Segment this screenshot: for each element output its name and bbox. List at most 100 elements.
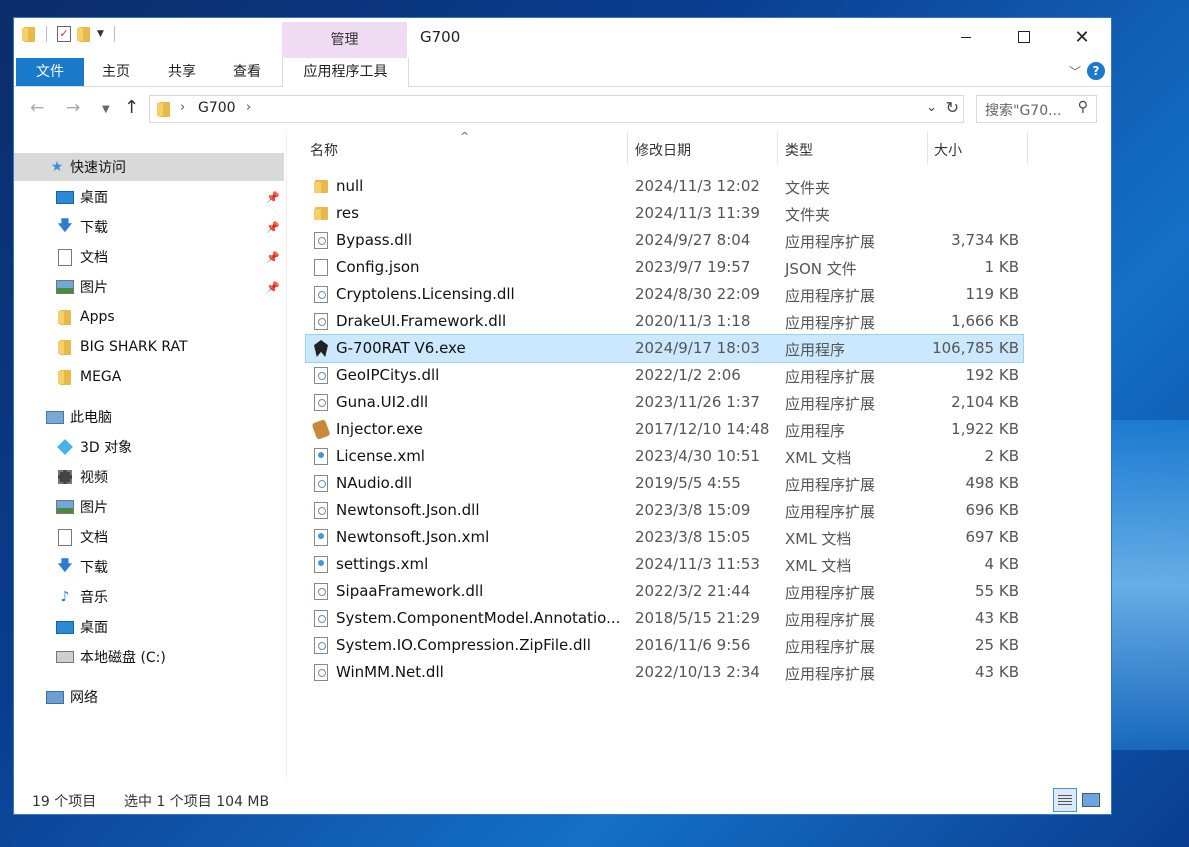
table-row[interactable]: Newtonsoft.Json.dll 2023/3/8 15:09 应用程序扩展 6…	[306, 497, 1023, 524]
file-name: res	[336, 204, 359, 222]
recent-locations-dropdown-icon[interactable]: ▼	[102, 104, 110, 115]
table-row[interactable]: res 2024/11/3 11:39 文件夹	[306, 200, 1023, 227]
minimize-button[interactable]	[937, 18, 995, 56]
close-button[interactable]: ✕	[1053, 18, 1111, 56]
tab-file[interactable]: 文件	[16, 58, 84, 86]
column-header-name[interactable]: 名称	[310, 140, 338, 160]
dll-file-icon	[314, 286, 328, 303]
search-icon[interactable]: ⚲	[1078, 99, 1088, 115]
table-row[interactable]: Cryptolens.Licensing.dll 2024/8/30 22:09 应…	[306, 281, 1023, 308]
table-row[interactable]: NAudio.dll 2019/5/5 4:55 应用程序扩展 498 KB	[306, 470, 1023, 497]
file-name: Guna.UI2.dll	[336, 393, 429, 411]
file-size: 3,734 KB	[951, 231, 1019, 249]
column-divider[interactable]	[927, 132, 928, 164]
table-row[interactable]: WinMM.Net.dll 2022/10/13 2:34 应用程序扩展 43 KB	[306, 659, 1023, 686]
search-box[interactable]: 搜索"G70... ⚲	[976, 95, 1097, 123]
sidebar-item-this-pc[interactable]: 此电脑	[14, 403, 284, 431]
back-arrow-icon[interactable]: ←	[30, 98, 44, 118]
sidebar-item-big-shark-rat[interactable]: BIG SHARK RAT	[14, 333, 284, 361]
large-icons-view-icon	[1082, 793, 1100, 807]
file-name: SipaaFramework.dll	[336, 582, 484, 600]
expand-ribbon-chevron-icon[interactable]: ﹀	[1069, 63, 1081, 80]
sidebar-item-desktop-pc[interactable]: 桌面	[14, 613, 284, 641]
tab-application-tools[interactable]: 应用程序工具	[282, 58, 409, 87]
column-divider[interactable]	[777, 132, 778, 164]
folder-icon	[314, 205, 328, 222]
address-bar[interactable]: › G700 › ⌄ ↻	[149, 95, 964, 123]
customize-toolbar-dropdown-icon[interactable]: ▼	[97, 29, 104, 39]
forward-arrow-icon[interactable]: →	[66, 98, 80, 118]
column-header-date[interactable]: 修改日期	[635, 140, 691, 160]
table-row[interactable]: G-700RAT V6.exe 2024/9/17 18:03 应用程序 106,78…	[305, 334, 1024, 363]
column-divider[interactable]	[627, 132, 628, 164]
file-name: Bypass.dll	[336, 231, 413, 249]
breadcrumb-chevron-icon[interactable]: ›	[180, 100, 185, 115]
desktop-icon	[56, 618, 74, 636]
table-row[interactable]: DrakeUI.Framework.dll 2020/11/3 1:18 应用程序扩…	[306, 308, 1023, 335]
sidebar-item-apps[interactable]: Apps	[14, 303, 284, 331]
sidebar-item-downloads[interactable]: 🡇 下载 📌	[14, 213, 284, 241]
pin-icon[interactable]: 📌	[266, 221, 280, 234]
folder-icon	[314, 178, 328, 195]
tab-home[interactable]: 主页	[94, 58, 138, 86]
pin-icon[interactable]: 📌	[266, 251, 280, 264]
table-row[interactable]: System.ComponentModel.Annotatio... 2018/5…	[306, 605, 1023, 632]
sidebar-item-documents-pc[interactable]: 文档	[14, 523, 284, 551]
sidebar-item-label: 音乐	[80, 590, 108, 606]
column-divider[interactable]	[1027, 132, 1028, 164]
table-row[interactable]: Config.json 2023/9/7 19:57 JSON 文件 1 KB	[306, 254, 1023, 281]
file-date: 2022/1/2 2:06	[635, 366, 741, 384]
table-row[interactable]: SipaaFramework.dll 2022/3/2 21:44 应用程序扩展 55…	[306, 578, 1023, 605]
download-icon: 🡇	[57, 558, 73, 574]
manage-tab[interactable]: 管理	[282, 22, 407, 58]
table-row[interactable]: GeoIPCitys.dll 2022/1/2 2:06 应用程序扩展 192 KB	[306, 362, 1023, 389]
table-row[interactable]: Guna.UI2.dll 2023/11/26 1:37 应用程序扩展 2,104 K…	[306, 389, 1023, 416]
properties-icon[interactable]: ✓	[57, 26, 71, 42]
table-row[interactable]: System.IO.Compression.ZipFile.dll 2016/11…	[306, 632, 1023, 659]
table-row[interactable]: Injector.exe 2017/12/10 14:48 应用程序 1,922 KB	[306, 416, 1023, 443]
table-row[interactable]: settings.xml 2024/11/3 11:53 XML 文档 4 KB	[306, 551, 1023, 578]
file-size: 1,666 KB	[951, 312, 1019, 330]
tab-share[interactable]: 共享	[160, 58, 204, 86]
new-folder-icon[interactable]	[77, 26, 91, 42]
maximize-button[interactable]	[995, 18, 1053, 56]
sidebar-item-local-disk-c[interactable]: 本地磁盘 (C:)	[14, 643, 284, 671]
up-arrow-icon[interactable]: ↑	[124, 97, 139, 118]
file-name: G-700RAT V6.exe	[336, 339, 466, 357]
divider	[46, 26, 47, 42]
sidebar-item-videos[interactable]: 视频	[14, 463, 284, 491]
file-size: 2 KB	[984, 447, 1019, 465]
large-icons-view-button[interactable]	[1079, 788, 1103, 812]
sidebar-item-downloads-pc[interactable]: 🡇 下载	[14, 553, 284, 581]
sidebar-item-quick-access[interactable]: ★ 快速访问	[14, 153, 284, 181]
refresh-icon[interactable]: ↻	[946, 98, 959, 117]
pin-icon[interactable]: 📌	[266, 191, 280, 204]
sidebar-item-pictures-pc[interactable]: 图片	[14, 493, 284, 521]
sidebar-item-mega[interactable]: MEGA	[14, 363, 284, 391]
sidebar-item-music[interactable]: ♪ 音乐	[14, 583, 284, 611]
table-row[interactable]: null 2024/11/3 12:02 文件夹	[306, 173, 1023, 200]
sidebar-item-desktop[interactable]: 桌面 📌	[14, 183, 284, 211]
column-header-type[interactable]: 类型	[785, 140, 813, 160]
breadcrumb-g700[interactable]: G700	[198, 100, 236, 116]
search-placeholder: 搜索"G70...	[985, 103, 1062, 119]
sidebar-item-pictures[interactable]: 图片 📌	[14, 273, 284, 301]
table-row[interactable]: Bypass.dll 2024/9/27 8:04 应用程序扩展 3,734 KB	[306, 227, 1023, 254]
table-row[interactable]: Newtonsoft.Json.xml 2023/3/8 15:05 XML 文档 6…	[306, 524, 1023, 551]
help-icon[interactable]: ?	[1087, 62, 1105, 80]
tab-view[interactable]: 查看	[225, 58, 269, 86]
breadcrumb-chevron-icon[interactable]: ›	[246, 100, 251, 115]
sidebar-item-network[interactable]: 网络	[14, 683, 284, 711]
details-view-button[interactable]	[1053, 788, 1077, 812]
sidebar-item-documents[interactable]: 文档 📌	[14, 243, 284, 271]
file-type: 文件夹	[785, 206, 831, 224]
column-header-size[interactable]: 大小	[934, 140, 962, 160]
address-dropdown-chevron-icon[interactable]: ⌄	[926, 100, 937, 115]
table-row[interactable]: License.xml 2023/4/30 10:51 XML 文档 2 KB	[306, 443, 1023, 470]
file-size: 2,104 KB	[951, 393, 1019, 411]
file-type: 应用程序扩展	[785, 287, 876, 305]
pin-icon[interactable]: 📌	[266, 281, 280, 294]
sidebar-item-3d-objects[interactable]: 3D 对象	[14, 433, 284, 461]
rat-exe-icon	[314, 340, 328, 357]
pane-divider[interactable]	[286, 130, 287, 780]
